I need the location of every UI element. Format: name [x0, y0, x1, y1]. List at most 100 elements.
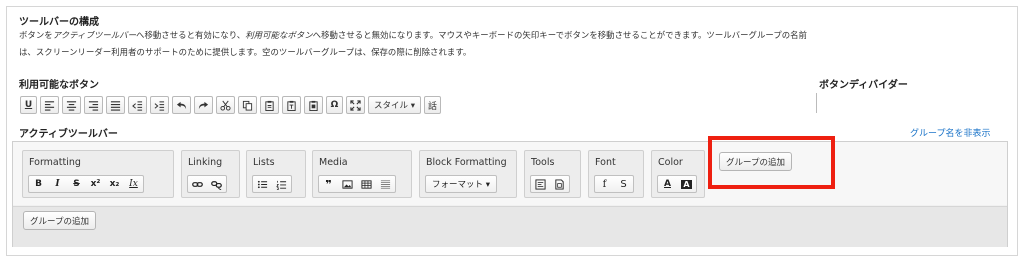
italic-button[interactable]: I [48, 176, 67, 192]
paste-button[interactable] [260, 96, 279, 114]
image-button[interactable] [338, 176, 357, 192]
font-button[interactable]: f [595, 176, 614, 192]
strikethrough-icon: S [73, 179, 80, 189]
align-right-button[interactable] [84, 96, 103, 114]
copy-button[interactable] [238, 96, 257, 114]
copy-icon [242, 100, 253, 111]
group-buttons [252, 175, 292, 193]
button-divider[interactable] [816, 93, 817, 113]
group-name: Formatting [29, 157, 81, 168]
special-char-icon: Ω [330, 100, 339, 110]
bold-icon: B [35, 179, 42, 189]
toolbar-row-1: Formatting B I S x² x₂ Ix Linking Lists [13, 142, 1007, 205]
toolbar-row-2: グループの追加 [13, 206, 1007, 247]
bulleted-list-button[interactable] [253, 176, 272, 192]
cut-button[interactable] [216, 96, 235, 114]
button-divider-title: ボタンディバイダー [819, 80, 908, 91]
strikethrough-button[interactable]: S [67, 176, 86, 192]
bold-button[interactable]: B [29, 176, 48, 192]
group-buttons [187, 175, 227, 193]
bg-color-icon: A [681, 179, 692, 189]
toolbar-group-color[interactable]: Color A A [651, 150, 705, 198]
add-group-button-row2[interactable]: グループの追加 [23, 211, 96, 230]
redo-icon [198, 101, 209, 109]
outdent-button[interactable] [128, 96, 147, 114]
numbered-list-button[interactable] [272, 176, 291, 192]
group-name: Font [595, 157, 616, 168]
language-button[interactable]: 話 [423, 96, 441, 114]
desc-part-4: 利用可能なボタン [245, 30, 313, 40]
group-name: Linking [188, 157, 223, 168]
unlink-button[interactable] [207, 176, 226, 192]
remove-format-button[interactable]: Ix [124, 176, 143, 192]
format-dropdown-button[interactable]: フォーマット ▾ [426, 176, 496, 192]
desc-part-1: ボタンを [19, 30, 53, 40]
superscript-icon: x² [90, 179, 101, 189]
indent-icon [154, 100, 165, 111]
style-dropdown-button[interactable]: スタイル ▾ [368, 96, 421, 114]
font-size-icon: S [620, 178, 627, 190]
format-dropdown-icon: フォーマット ▾ [432, 180, 490, 190]
link-button[interactable] [188, 176, 207, 192]
toolbar-group-media[interactable]: Media ❞ [312, 150, 412, 198]
toolbar-group-tools[interactable]: Tools [524, 150, 581, 198]
font-icon: f [602, 178, 607, 190]
table-button[interactable] [357, 176, 376, 192]
group-name: Lists [253, 157, 275, 168]
group-buttons: f S [594, 175, 634, 193]
toolbar-group-lists[interactable]: Lists [246, 150, 306, 198]
horizontal-line-button[interactable] [376, 176, 395, 192]
source-button[interactable] [531, 176, 550, 192]
group-name: Tools [531, 157, 555, 168]
redo-button[interactable] [194, 96, 213, 114]
source-icon [535, 178, 546, 190]
image-icon [342, 179, 353, 189]
group-name: Block Formatting [426, 157, 507, 168]
outdent-icon [132, 100, 143, 111]
indent-button[interactable] [150, 96, 169, 114]
paste-text-button[interactable] [282, 96, 301, 114]
desc-part-3: へ移動させると有効になり、 [136, 30, 246, 40]
align-left-icon [44, 100, 55, 111]
superscript-button[interactable]: x² [86, 176, 105, 192]
paste-word-button[interactable] [304, 96, 323, 114]
italic-icon: I [55, 179, 60, 189]
toolbar-group-linking[interactable]: Linking [181, 150, 240, 198]
unlink-icon [211, 180, 222, 190]
font-size-button[interactable]: S [614, 176, 633, 192]
group-name: Media [319, 157, 348, 168]
align-justify-button[interactable] [106, 96, 125, 114]
maximize-button[interactable] [346, 96, 365, 114]
align-right-icon [88, 100, 99, 111]
config-title: ツールバーの構成 [19, 17, 99, 28]
group-buttons [530, 175, 570, 193]
config-description: ボタンをアクティブツールバーへ移動させると有効になり、利用可能なボタンへ移動させ… [19, 27, 1009, 61]
subscript-button[interactable]: x₂ [105, 176, 124, 192]
group-name: Color [658, 157, 683, 168]
undo-button[interactable] [172, 96, 191, 114]
hide-group-names-link[interactable]: グループ名を非表示 [910, 126, 990, 139]
blockquote-button[interactable]: ❞ [319, 176, 338, 192]
text-color-button[interactable]: A [658, 176, 677, 192]
style-dropdown-icon: スタイル ▾ [374, 101, 415, 111]
text-color-icon: A [664, 179, 671, 189]
blockquote-icon: ❞ [325, 177, 332, 191]
group-buttons: フォーマット ▾ [425, 175, 497, 193]
align-center-button[interactable] [62, 96, 81, 114]
numbered-list-icon [276, 180, 287, 190]
highlight-annotation-box [708, 136, 835, 189]
toolbar-group-block-formatting[interactable]: Block Formatting フォーマット ▾ [419, 150, 517, 198]
toolbar-group-font[interactable]: Font f S [588, 150, 644, 198]
show-blocks-button[interactable] [550, 176, 569, 192]
cut-icon [220, 100, 231, 111]
available-buttons-title: 利用可能なボタン [19, 80, 99, 91]
toolbar-group-formatting[interactable]: Formatting B I S x² x₂ Ix [22, 150, 174, 198]
align-left-button[interactable] [40, 96, 59, 114]
bg-color-button[interactable]: A [677, 176, 696, 192]
underline-button[interactable]: U [20, 96, 37, 114]
desc-part-6: は、スクリーンリーダー利用者のサポートのために提供します。空のツールバーグループ… [19, 47, 472, 57]
group-buttons: B I S x² x₂ Ix [28, 175, 144, 193]
special-char-button[interactable]: Ω [326, 96, 343, 114]
align-center-icon [66, 100, 77, 111]
undo-icon [176, 101, 187, 109]
